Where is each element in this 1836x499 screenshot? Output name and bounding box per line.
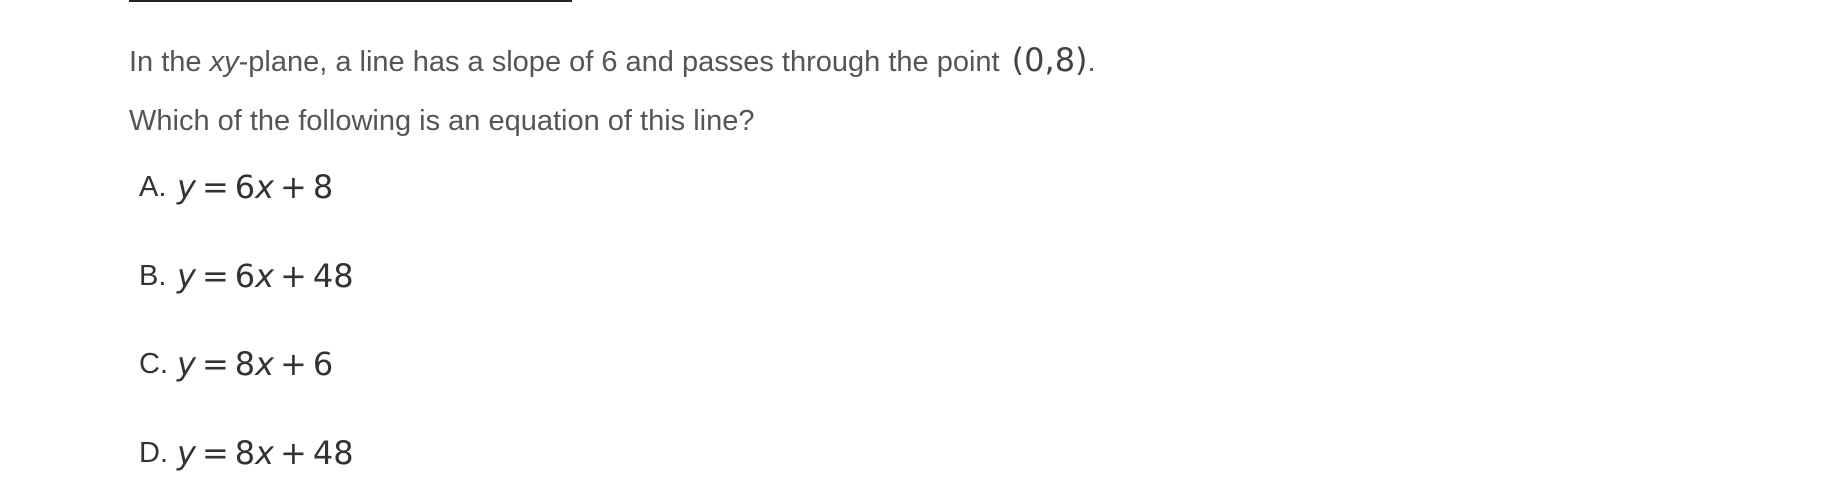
choice-equation: y = 6x +48 — [177, 257, 354, 295]
choice-d[interactable]: D. y = 8x +48 — [139, 431, 354, 475]
choice-letter: D. — [139, 436, 168, 469]
stem-variable: xy — [209, 46, 239, 78]
stem-suffix: . — [1087, 46, 1096, 78]
choice-equation: y = 8x +6 — [177, 345, 334, 383]
choice-letter: B. — [139, 259, 167, 292]
choice-equation: y = 8x +48 — [177, 434, 354, 472]
choice-letter: C. — [139, 347, 168, 380]
stem-point: (0,8) — [1011, 41, 1088, 79]
top-divider — [129, 0, 572, 2]
choice-c[interactable]: C. y = 8x +6 — [139, 342, 333, 386]
stem-middle: -plane, a line has a slope of 6 and pass… — [238, 46, 1008, 78]
stem-prefix: In the — [129, 46, 210, 78]
question-prompt: Which of the following is an equation of… — [129, 105, 755, 137]
choice-letter: A. — [139, 170, 167, 203]
choice-b[interactable]: B. y = 6x +48 — [139, 254, 354, 298]
choice-a[interactable]: A. y = 6x +8 — [139, 165, 333, 209]
question-stem: In the xy-plane, a line has a slope of 6… — [129, 42, 1096, 80]
choice-equation: y = 6x +8 — [177, 168, 334, 206]
